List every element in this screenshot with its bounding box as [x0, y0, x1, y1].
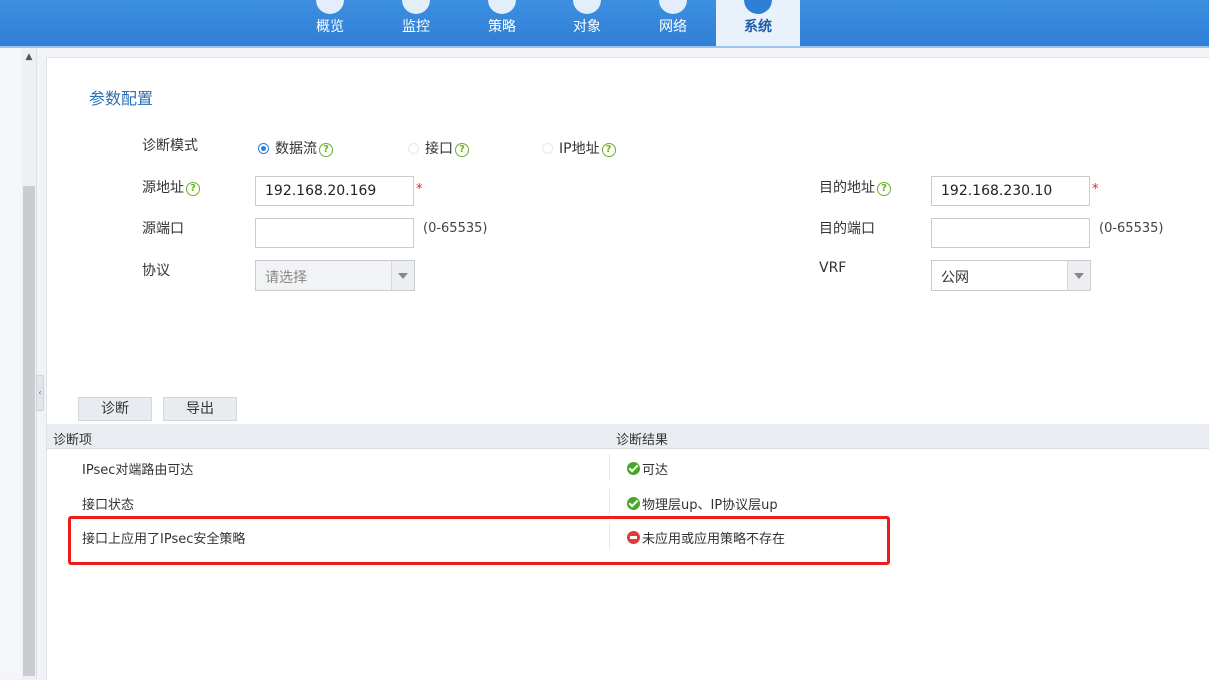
top-nav-bar: 概览 监控 策略 对象 网络 系统: [0, 0, 1209, 48]
nav-tab-label: 系统: [744, 19, 772, 35]
chevron-down-icon[interactable]: [391, 261, 414, 290]
help-icon[interactable]: ?: [455, 143, 469, 157]
protocol-select-value: 请选择: [265, 270, 307, 286]
scrollbar-thumb[interactable]: [23, 186, 35, 676]
vrf-select[interactable]: 公网: [931, 260, 1091, 291]
diag-result: 可达: [627, 459, 668, 478]
network-globe-icon: [659, 0, 687, 14]
monitor-icon: [402, 0, 430, 14]
nav-tab-policy[interactable]: 策略: [460, 0, 544, 46]
column-divider: [609, 489, 610, 515]
vrf-select-value: 公网: [941, 270, 969, 286]
help-icon[interactable]: ?: [186, 182, 200, 196]
src-ip-input[interactable]: 192.168.20.169: [255, 176, 414, 206]
left-scrollbar[interactable]: ▲: [22, 48, 37, 679]
nav-tab-label: 策略: [488, 19, 516, 35]
section-title: 参数配置: [89, 89, 154, 108]
required-mark: *: [416, 182, 423, 197]
dst-port-label: 目的端口: [819, 221, 875, 237]
help-icon[interactable]: ?: [877, 182, 891, 196]
help-icon[interactable]: ?: [601, 143, 616, 157]
nav-tab-label: 对象: [573, 19, 601, 35]
nav-tab-monitor[interactable]: 监控: [374, 0, 458, 46]
vrf-label: VRF: [819, 260, 847, 276]
mode-radio-flow[interactable]: 数据流?: [258, 138, 333, 158]
highlight-box: [68, 516, 890, 565]
diagnose-button[interactable]: 诊断: [78, 397, 152, 421]
protocol-label: 协议: [142, 263, 170, 279]
nav-tab-label: 概览: [316, 19, 344, 35]
required-mark: *: [1092, 182, 1099, 197]
collapse-handle[interactable]: ‹: [36, 375, 44, 411]
diag-result-text: 可达: [642, 463, 669, 478]
table-row: 接口状态 物理层up、IP协议层up: [47, 485, 1209, 519]
src-port-hint: (0-65535): [423, 221, 488, 236]
overview-icon: [316, 0, 344, 14]
src-port-label: 源端口: [142, 221, 184, 237]
scroll-up-arrow-icon[interactable]: ▲: [22, 50, 36, 64]
export-button[interactable]: 导出: [163, 397, 237, 421]
dst-port-hint: (0-65535): [1099, 221, 1164, 236]
nav-tab-label: 监控: [402, 19, 430, 35]
diag-item: IPsec对端路由可达: [82, 463, 194, 478]
radio-checked-icon: [258, 143, 269, 154]
nav-tab-overview[interactable]: 概览: [288, 0, 372, 46]
src-ip-label: 源地址?: [142, 177, 200, 197]
object-icon: [573, 0, 601, 14]
col-header-item: 诊断项: [53, 433, 93, 448]
protocol-select[interactable]: 请选择: [255, 260, 415, 291]
nav-tab-network[interactable]: 网络: [631, 0, 715, 46]
main-panel: 参数配置 诊断模式 数据流? 接口? IP地址? 源地址? 192.168.20…: [46, 57, 1209, 680]
diag-result-text: 物理层up、IP协议层up: [642, 498, 778, 513]
nav-tab-label: 网络: [659, 19, 687, 35]
help-icon[interactable]: ?: [319, 143, 333, 157]
src-ip-label-text: 源地址: [142, 180, 184, 196]
success-check-icon: [627, 462, 640, 475]
col-header-result: 诊断结果: [616, 433, 669, 448]
column-divider: [609, 454, 610, 480]
dst-ip-input[interactable]: 192.168.230.10: [931, 176, 1090, 206]
diag-result: 物理层up、IP协议层up: [627, 494, 778, 513]
system-icon: [744, 0, 772, 14]
diag-mode-label: 诊断模式: [142, 138, 198, 154]
chevron-down-icon[interactable]: [1067, 261, 1090, 290]
diag-item: 接口状态: [82, 498, 135, 513]
src-port-input[interactable]: [255, 218, 414, 248]
nav-tab-object[interactable]: 对象: [545, 0, 629, 46]
result-grid-header: 诊断项 诊断结果: [47, 424, 1209, 449]
dst-ip-label-text: 目的地址: [819, 180, 875, 196]
radio-unchecked-icon: [408, 143, 419, 154]
table-row: IPsec对端路由可达 可达: [47, 450, 1209, 484]
left-rail: [0, 48, 22, 679]
success-check-icon: [627, 497, 640, 510]
mode-radio-ip[interactable]: IP地址?: [542, 138, 616, 158]
policy-shield-icon: [488, 0, 516, 14]
dst-port-input[interactable]: [931, 218, 1090, 248]
radio-unchecked-icon: [542, 143, 553, 154]
mode-radio-label: 数据流: [275, 141, 317, 157]
mode-radio-interface[interactable]: 接口?: [408, 138, 469, 158]
dst-ip-label: 目的地址?: [819, 177, 891, 197]
nav-tab-system[interactable]: 系统: [716, 0, 800, 46]
mode-radio-label: IP地址: [559, 141, 600, 157]
mode-radio-label: 接口: [425, 141, 453, 157]
